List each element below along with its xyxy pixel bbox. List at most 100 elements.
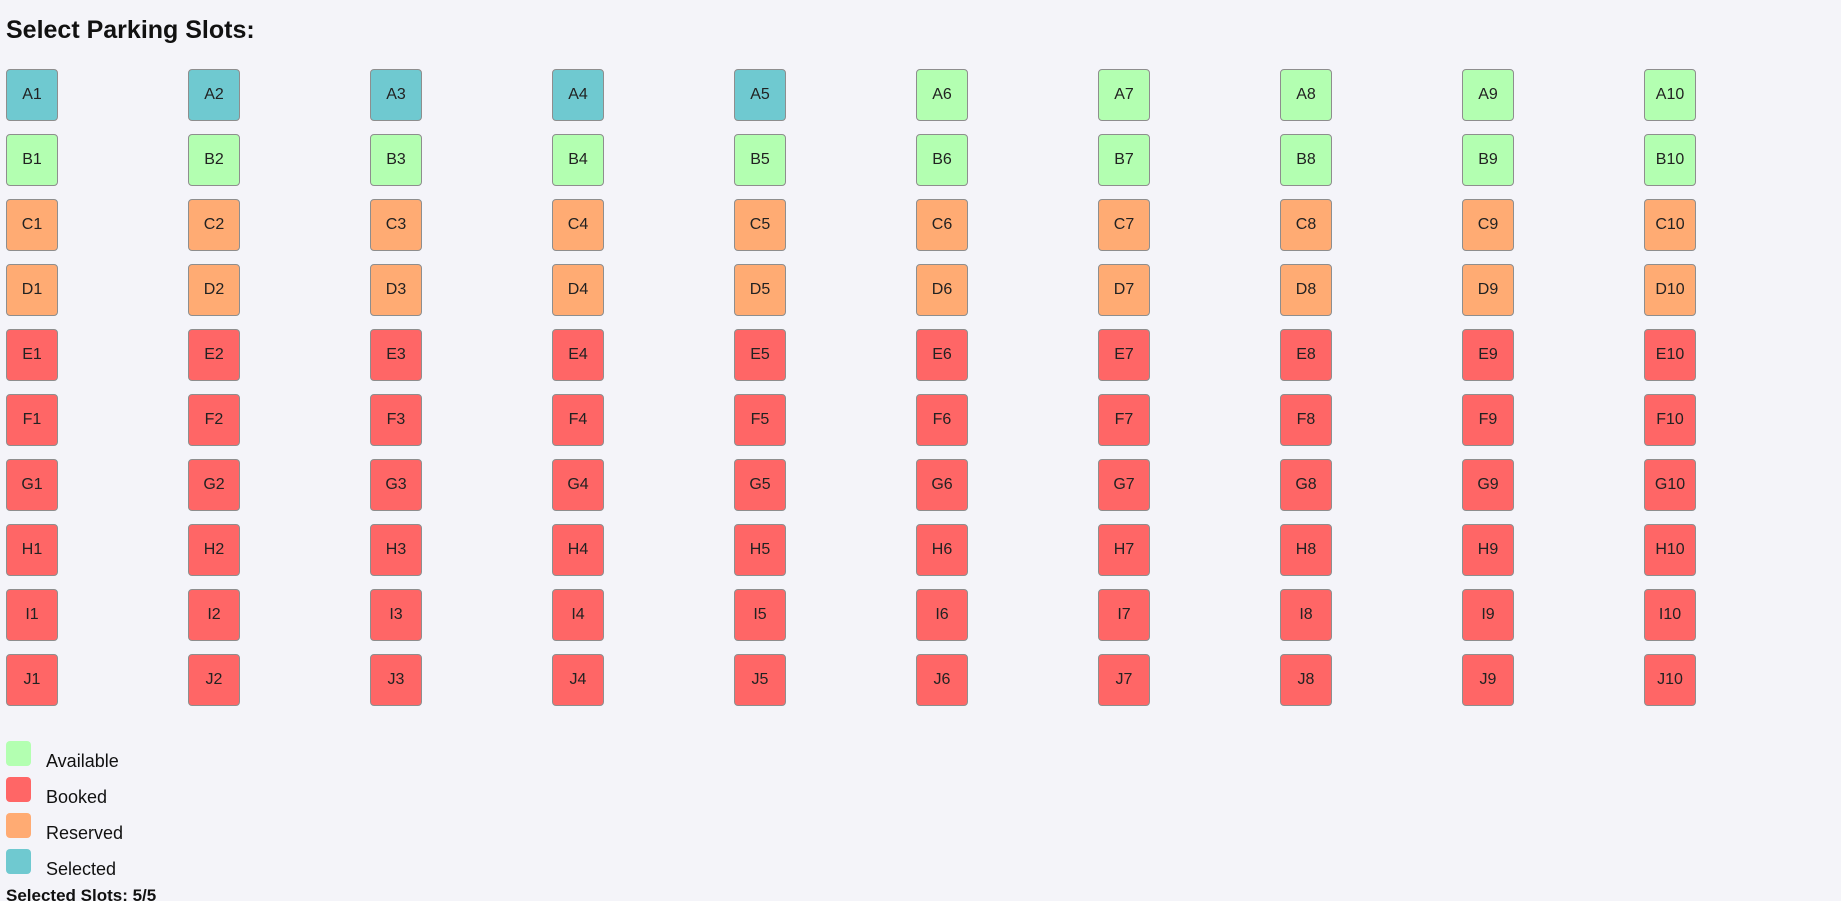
parking-slot-j1[interactable]: J1 <box>6 654 58 706</box>
parking-slot-a1[interactable]: A1 <box>6 69 58 121</box>
parking-slot-f5[interactable]: F5 <box>734 394 786 446</box>
parking-slot-j7[interactable]: J7 <box>1098 654 1150 706</box>
parking-slot-j4[interactable]: J4 <box>552 654 604 706</box>
parking-slot-g1[interactable]: G1 <box>6 459 58 511</box>
parking-slot-i2[interactable]: I2 <box>188 589 240 641</box>
parking-slot-c1[interactable]: C1 <box>6 199 58 251</box>
parking-slot-j6[interactable]: J6 <box>916 654 968 706</box>
parking-slot-g9[interactable]: G9 <box>1462 459 1514 511</box>
parking-slot-e5[interactable]: E5 <box>734 329 786 381</box>
parking-slot-g5[interactable]: G5 <box>734 459 786 511</box>
parking-slot-f1[interactable]: F1 <box>6 394 58 446</box>
parking-slot-b4[interactable]: B4 <box>552 134 604 186</box>
parking-slot-b8[interactable]: B8 <box>1280 134 1332 186</box>
parking-slot-i10[interactable]: I10 <box>1644 589 1696 641</box>
parking-slot-i1[interactable]: I1 <box>6 589 58 641</box>
parking-slot-e8[interactable]: E8 <box>1280 329 1332 381</box>
parking-slot-h6[interactable]: H6 <box>916 524 968 576</box>
parking-slot-f9[interactable]: F9 <box>1462 394 1514 446</box>
parking-slot-e3[interactable]: E3 <box>370 329 422 381</box>
parking-slot-g4[interactable]: G4 <box>552 459 604 511</box>
parking-slot-j5[interactable]: J5 <box>734 654 786 706</box>
parking-slot-b10[interactable]: B10 <box>1644 134 1696 186</box>
parking-slot-c7[interactable]: C7 <box>1098 199 1150 251</box>
parking-slot-h3[interactable]: H3 <box>370 524 422 576</box>
parking-slot-a10[interactable]: A10 <box>1644 69 1696 121</box>
parking-slot-a9[interactable]: A9 <box>1462 69 1514 121</box>
parking-slot-c6[interactable]: C6 <box>916 199 968 251</box>
parking-slot-g10[interactable]: G10 <box>1644 459 1696 511</box>
parking-slot-a2[interactable]: A2 <box>188 69 240 121</box>
parking-slot-b7[interactable]: B7 <box>1098 134 1150 186</box>
parking-slot-d6[interactable]: D6 <box>916 264 968 316</box>
parking-slot-i6[interactable]: I6 <box>916 589 968 641</box>
parking-slot-i4[interactable]: I4 <box>552 589 604 641</box>
parking-slot-d10[interactable]: D10 <box>1644 264 1696 316</box>
parking-slot-e9[interactable]: E9 <box>1462 329 1514 381</box>
parking-slot-d2[interactable]: D2 <box>188 264 240 316</box>
parking-slot-a6[interactable]: A6 <box>916 69 968 121</box>
parking-slot-d9[interactable]: D9 <box>1462 264 1514 316</box>
parking-slot-g8[interactable]: G8 <box>1280 459 1332 511</box>
parking-slot-e7[interactable]: E7 <box>1098 329 1150 381</box>
parking-slot-h7[interactable]: H7 <box>1098 524 1150 576</box>
parking-slot-b3[interactable]: B3 <box>370 134 422 186</box>
parking-slot-h4[interactable]: H4 <box>552 524 604 576</box>
parking-slot-e10[interactable]: E10 <box>1644 329 1696 381</box>
parking-slot-c2[interactable]: C2 <box>188 199 240 251</box>
parking-slot-h10[interactable]: H10 <box>1644 524 1696 576</box>
parking-slot-g6[interactable]: G6 <box>916 459 968 511</box>
parking-slot-d8[interactable]: D8 <box>1280 264 1332 316</box>
parking-slot-i5[interactable]: I5 <box>734 589 786 641</box>
parking-slot-f7[interactable]: F7 <box>1098 394 1150 446</box>
parking-slot-j2[interactable]: J2 <box>188 654 240 706</box>
parking-slot-d5[interactable]: D5 <box>734 264 786 316</box>
parking-slot-f6[interactable]: F6 <box>916 394 968 446</box>
parking-slot-g2[interactable]: G2 <box>188 459 240 511</box>
parking-slot-a5[interactable]: A5 <box>734 69 786 121</box>
parking-slot-j3[interactable]: J3 <box>370 654 422 706</box>
parking-slot-i8[interactable]: I8 <box>1280 589 1332 641</box>
parking-slot-h9[interactable]: H9 <box>1462 524 1514 576</box>
parking-slot-b2[interactable]: B2 <box>188 134 240 186</box>
parking-slot-c10[interactable]: C10 <box>1644 199 1696 251</box>
parking-slot-e2[interactable]: E2 <box>188 329 240 381</box>
parking-slot-h8[interactable]: H8 <box>1280 524 1332 576</box>
parking-slot-f2[interactable]: F2 <box>188 394 240 446</box>
parking-slot-d3[interactable]: D3 <box>370 264 422 316</box>
parking-slot-j10[interactable]: J10 <box>1644 654 1696 706</box>
parking-slot-i3[interactable]: I3 <box>370 589 422 641</box>
parking-slot-a7[interactable]: A7 <box>1098 69 1150 121</box>
parking-slot-g7[interactable]: G7 <box>1098 459 1150 511</box>
parking-slot-f8[interactable]: F8 <box>1280 394 1332 446</box>
parking-slot-b1[interactable]: B1 <box>6 134 58 186</box>
parking-slot-e6[interactable]: E6 <box>916 329 968 381</box>
parking-slot-b9[interactable]: B9 <box>1462 134 1514 186</box>
parking-slot-a4[interactable]: A4 <box>552 69 604 121</box>
parking-slot-c9[interactable]: C9 <box>1462 199 1514 251</box>
parking-slot-d7[interactable]: D7 <box>1098 264 1150 316</box>
parking-slot-c8[interactable]: C8 <box>1280 199 1332 251</box>
parking-slot-j8[interactable]: J8 <box>1280 654 1332 706</box>
parking-slot-c5[interactable]: C5 <box>734 199 786 251</box>
parking-slot-f4[interactable]: F4 <box>552 394 604 446</box>
parking-slot-d1[interactable]: D1 <box>6 264 58 316</box>
parking-slot-j9[interactable]: J9 <box>1462 654 1514 706</box>
parking-slot-a8[interactable]: A8 <box>1280 69 1332 121</box>
parking-slot-c3[interactable]: C3 <box>370 199 422 251</box>
parking-slot-f10[interactable]: F10 <box>1644 394 1696 446</box>
parking-slot-h2[interactable]: H2 <box>188 524 240 576</box>
parking-slot-b6[interactable]: B6 <box>916 134 968 186</box>
parking-slot-d4[interactable]: D4 <box>552 264 604 316</box>
parking-slot-e1[interactable]: E1 <box>6 329 58 381</box>
parking-slot-g3[interactable]: G3 <box>370 459 422 511</box>
parking-slot-f3[interactable]: F3 <box>370 394 422 446</box>
parking-slot-c4[interactable]: C4 <box>552 199 604 251</box>
parking-slot-b5[interactable]: B5 <box>734 134 786 186</box>
parking-slot-a3[interactable]: A3 <box>370 69 422 121</box>
parking-slot-e4[interactable]: E4 <box>552 329 604 381</box>
parking-slot-i9[interactable]: I9 <box>1462 589 1514 641</box>
parking-slot-h1[interactable]: H1 <box>6 524 58 576</box>
parking-slot-h5[interactable]: H5 <box>734 524 786 576</box>
parking-slot-i7[interactable]: I7 <box>1098 589 1150 641</box>
